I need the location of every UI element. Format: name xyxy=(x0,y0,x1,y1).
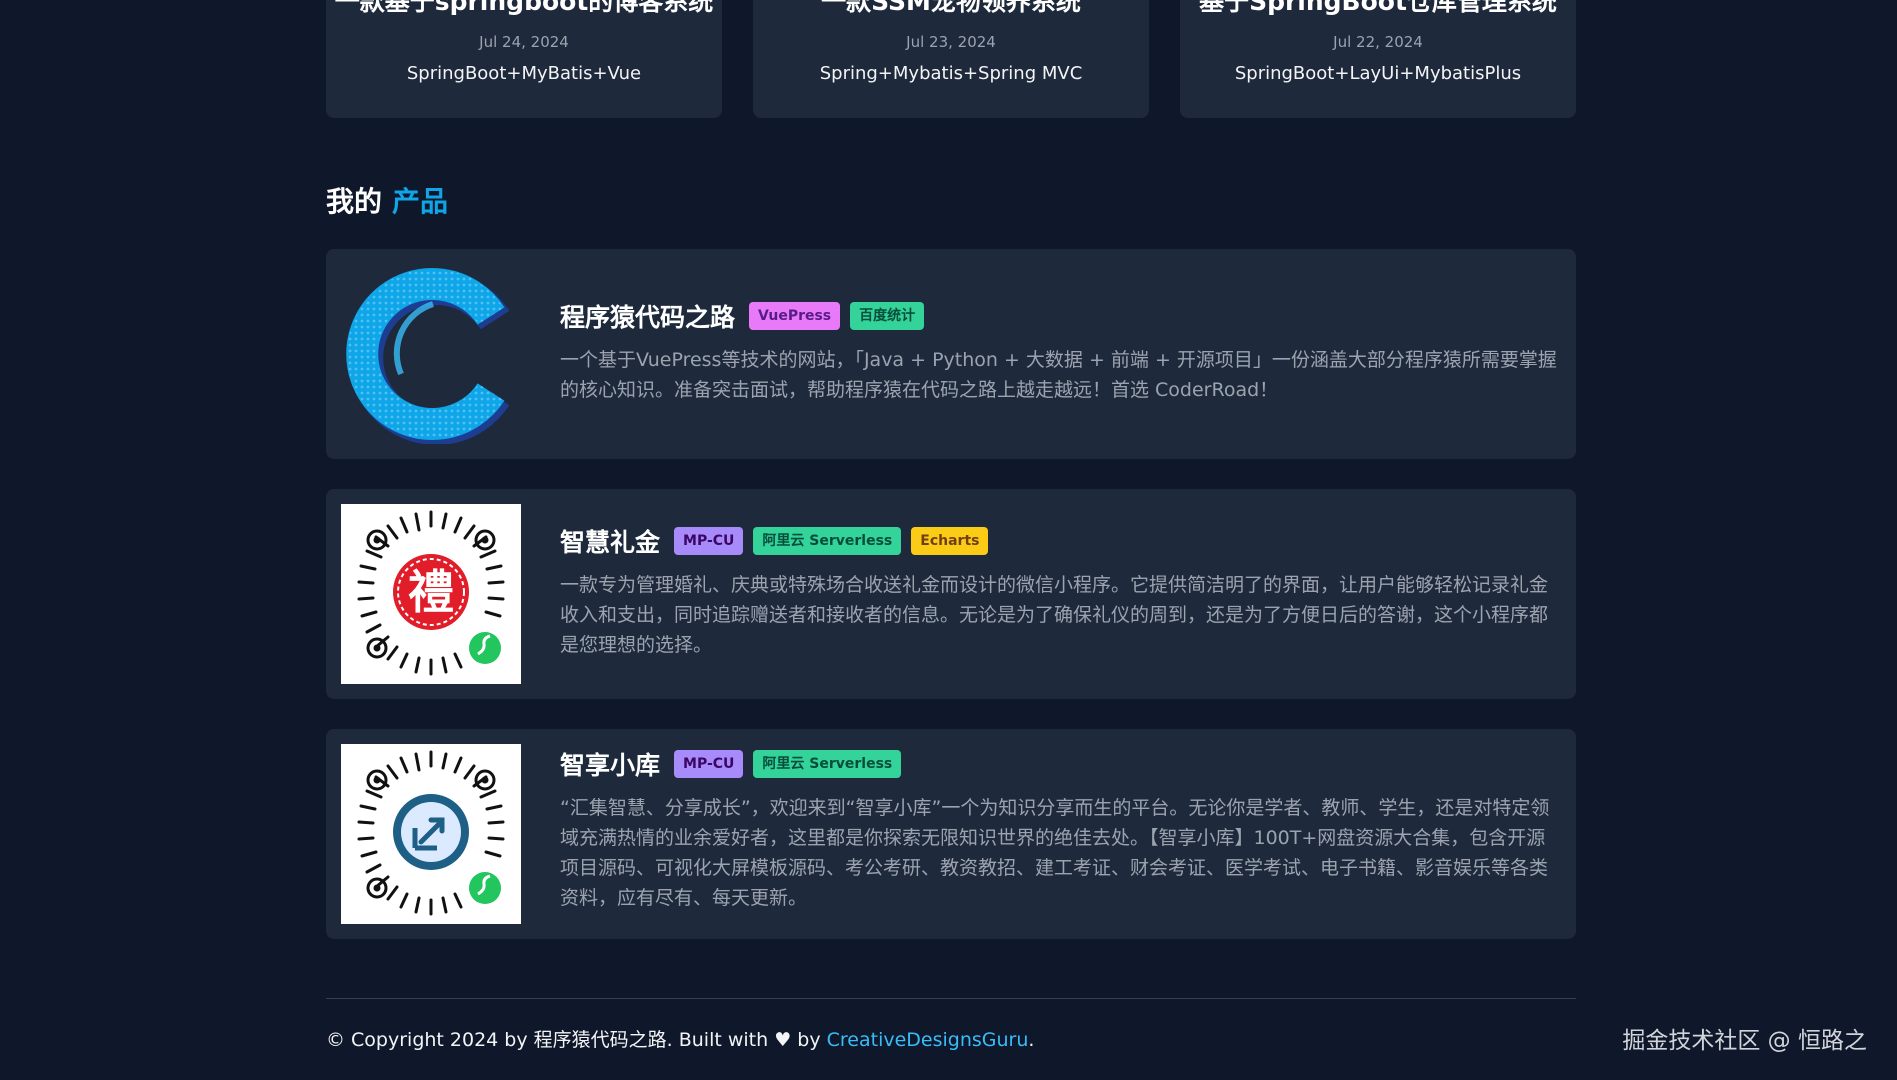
qr-center-char: 禮 xyxy=(408,565,454,619)
footer-text: © Copyright 2024 by 程序猿代码之路. Built with … xyxy=(326,1029,827,1051)
watermark: 掘金技术社区 @ 恒路之 xyxy=(1622,1028,1867,1054)
tag-vuepress: VuePress xyxy=(749,302,841,330)
tag-aliyun-serverless: 阿里云 Serverless xyxy=(753,527,902,555)
post-title[interactable]: 一款基于springboot的博客系统 xyxy=(326,0,722,18)
product-header: 智享小库 MP-CU 阿里云 Serverless xyxy=(560,747,1562,781)
miniprogram-qr-icon: 禮 xyxy=(341,504,521,684)
post-title[interactable]: 基于SpringBoot仓库管理系统 xyxy=(1180,0,1576,18)
tag-aliyun-serverless: 阿里云 Serverless xyxy=(753,750,902,778)
recent-posts: 一款基于springboot的博客系统 Jul 24, 2024 SpringB… xyxy=(326,0,1576,120)
product-name[interactable]: 智慧礼金 xyxy=(560,523,660,559)
tag-echarts: Echarts xyxy=(911,527,989,555)
product-info: 程序猿代码之路 VuePress 百度统计 一个基于VuePress等技术的网站… xyxy=(560,299,1562,405)
product-name[interactable]: 程序猿代码之路 xyxy=(560,298,735,334)
post-desc: SpringBoot+LayUi+MybatisPlus xyxy=(1234,63,1522,84)
post-card[interactable]: 一款SSM宠物领养系统 Jul 23, 2024 Spring+Mybatis+… xyxy=(753,0,1149,118)
post-date: Jul 23, 2024 xyxy=(906,33,996,51)
section-title-prefix: 我的 xyxy=(326,185,383,218)
product-card[interactable]: 禮 智慧礼金 MP-CU 阿里云 Serverless Echarts 一款专为… xyxy=(326,489,1576,699)
product-desc: “汇集智慧、分享成长”，欢迎来到“智享小库”一个为知识分享而生的平台。无论你是学… xyxy=(560,797,1550,909)
post-desc: SpringBoot+MyBatis+Vue xyxy=(406,63,642,84)
product-header: 程序猿代码之路 VuePress 百度统计 xyxy=(560,299,1562,333)
page: 一款基于springboot的博客系统 Jul 24, 2024 SpringB… xyxy=(0,0,1897,1080)
c-logo-icon xyxy=(341,264,521,445)
section-title-highlight: 产品 xyxy=(392,185,449,218)
product-desc: 一款专为管理婚礼、庆典或特殊场合收送礼金而设计的微信小程序。它提供简洁明了的界面… xyxy=(560,574,1549,656)
post-date: Jul 22, 2024 xyxy=(1333,33,1423,51)
post-title[interactable]: 一款SSM宠物领养系统 xyxy=(753,0,1149,18)
product-card[interactable]: 智享小库 MP-CU 阿里云 Serverless “汇集智慧、分享成长”，欢迎… xyxy=(326,729,1576,939)
product-name[interactable]: 智享小库 xyxy=(560,746,660,782)
footer-copyright: © Copyright 2024 by 程序猿代码之路. Built with … xyxy=(326,1025,1034,1052)
product-info: 智享小库 MP-CU 阿里云 Serverless “汇集智慧、分享成长”，欢迎… xyxy=(560,747,1562,913)
post-card[interactable]: 一款基于springboot的博客系统 Jul 24, 2024 SpringB… xyxy=(326,0,722,118)
product-card[interactable]: 程序猿代码之路 VuePress 百度统计 一个基于VuePress等技术的网站… xyxy=(326,249,1576,459)
tag-mp-cu: MP-CU xyxy=(674,750,744,778)
footer-author-link[interactable]: CreativeDesignsGuru xyxy=(827,1029,1029,1051)
miniprogram-qr-icon xyxy=(341,744,521,924)
product-info: 智慧礼金 MP-CU 阿里云 Serverless Echarts 一款专为管理… xyxy=(560,524,1562,660)
product-header: 智慧礼金 MP-CU 阿里云 Serverless Echarts xyxy=(560,524,1562,558)
post-card[interactable]: 基于SpringBoot仓库管理系统 Jul 22, 2024 SpringBo… xyxy=(1180,0,1576,118)
post-date: Jul 24, 2024 xyxy=(479,33,569,51)
tag-baidu-stats: 百度统计 xyxy=(850,302,925,330)
post-desc: Spring+Mybatis+Spring MVC xyxy=(819,63,1083,84)
footer-text-end: . xyxy=(1028,1029,1035,1051)
product-desc: 一个基于VuePress等技术的网站，「Java + Python + 大数据 … xyxy=(560,349,1557,401)
section-title: 我的 产品 xyxy=(326,180,448,220)
tag-mp-cu: MP-CU xyxy=(674,527,744,555)
footer-divider xyxy=(326,998,1576,999)
